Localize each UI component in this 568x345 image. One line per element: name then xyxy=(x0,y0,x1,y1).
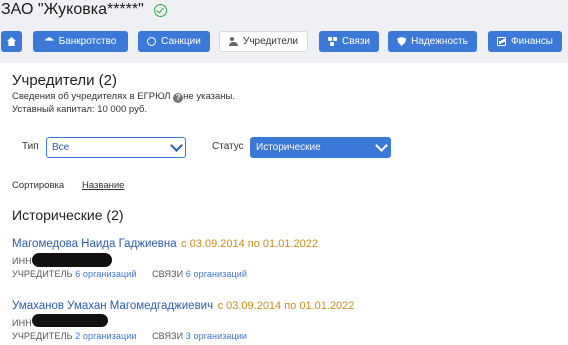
links-label: СВЯЗИ xyxy=(152,269,184,279)
person-row: Магомедова Наида Гаджиевна с 03.09.2014 … xyxy=(12,234,318,252)
egrul-note-prefix: Сведения об учредителях в ЕГРЮЛ xyxy=(12,91,171,102)
section-title: Учредители (2) xyxy=(12,72,118,89)
tab-bankruptcy[interactable]: Банкротство xyxy=(33,31,128,52)
tab-label: Банкротство xyxy=(58,36,117,47)
links-orgs-link[interactable]: 3 организации xyxy=(186,331,247,341)
tab-label: Финансы xyxy=(511,36,553,47)
egrul-note: Сведения об учредителях в ЕГРЮЛ ? не указ… xyxy=(12,91,235,103)
founder-label: УЧРЕДИТЕЛЬ xyxy=(12,331,73,341)
globe-icon xyxy=(147,37,157,46)
status-select[interactable]: Исторические xyxy=(250,137,391,158)
tab-label: Санкции xyxy=(161,36,201,47)
shield-icon xyxy=(397,37,407,46)
person-meta: УЧРЕДИТЕЛЬ 6 организаций СВЯЗИ 6 организ… xyxy=(12,269,247,279)
type-label: Тип xyxy=(22,141,39,152)
company-name: ЗАО "Жуковка*****" xyxy=(1,1,144,18)
capital-text: Уставный капитал: 10 000 руб. xyxy=(12,104,148,115)
person-row: Умаханов Умахан Магомедгаджиевич с 03.09… xyxy=(12,296,354,314)
home-icon xyxy=(7,37,16,46)
tab-sanctions[interactable]: Санкции xyxy=(138,31,210,52)
inn-redaction xyxy=(32,253,112,267)
chevron-down-icon xyxy=(375,139,388,152)
tab-finance[interactable]: Финансы xyxy=(488,31,562,52)
type-select-value: Все xyxy=(52,142,70,153)
tab-label: Учредители xyxy=(242,36,298,47)
bank-icon xyxy=(44,37,54,41)
home-button[interactable] xyxy=(1,31,22,52)
person-meta: УЧРЕДИТЕЛЬ 2 организации СВЯЗИ 3 организ… xyxy=(12,331,247,341)
person-dates: с 03.09.2014 по 01.01.2022 xyxy=(217,300,355,312)
tab-links[interactable]: Связи xyxy=(319,31,379,52)
help-icon[interactable]: ? xyxy=(173,93,184,103)
tab-reliability[interactable]: Надежность xyxy=(388,31,477,52)
sort-by-name-link[interactable]: Название xyxy=(82,180,124,191)
tab-founders[interactable]: Учредители xyxy=(219,31,308,52)
company-header: ЗАО "Жуковка*****" xyxy=(1,0,167,20)
inn-label: ИНН xyxy=(12,256,32,266)
type-select[interactable]: Все xyxy=(46,137,186,158)
person-name-link[interactable]: Магомедова Наида Гаджиевна xyxy=(12,238,177,250)
inn-label: ИНН xyxy=(12,318,32,328)
person-name-link[interactable]: Умаханов Умахан Магомедгаджиевич xyxy=(12,300,213,312)
founder-orgs-link[interactable]: 6 организаций xyxy=(75,269,136,279)
founders-panel: Учредители (2) Сведения об учредителях в… xyxy=(0,63,568,345)
sort-label: Сортировка xyxy=(12,180,65,191)
inn-redaction xyxy=(32,314,108,327)
status-select-value: Исторические xyxy=(256,142,321,153)
tab-label: Связи xyxy=(341,36,370,47)
founder-orgs-link[interactable]: 2 организации xyxy=(75,331,136,341)
links-label: СВЯЗИ xyxy=(152,331,184,341)
users-icon xyxy=(228,37,238,46)
links-orgs-link[interactable]: 6 организаций xyxy=(186,269,247,279)
person-dates: с 03.09.2014 по 01.01.2022 xyxy=(181,238,318,250)
egrul-note-suffix: не указаны. xyxy=(183,91,235,102)
tab-label: Надежность xyxy=(411,36,468,47)
chevron-down-icon xyxy=(170,139,183,152)
founder-label: УЧРЕДИТЕЛЬ xyxy=(12,269,73,279)
section-nav: Банкротство Санкции Учредители Связи Над… xyxy=(1,30,568,54)
chart-icon xyxy=(497,37,506,46)
check-circle-icon xyxy=(153,3,167,17)
historic-heading: Исторические (2) xyxy=(12,207,124,223)
status-label: Статус xyxy=(212,141,244,152)
links-icon xyxy=(327,37,337,46)
